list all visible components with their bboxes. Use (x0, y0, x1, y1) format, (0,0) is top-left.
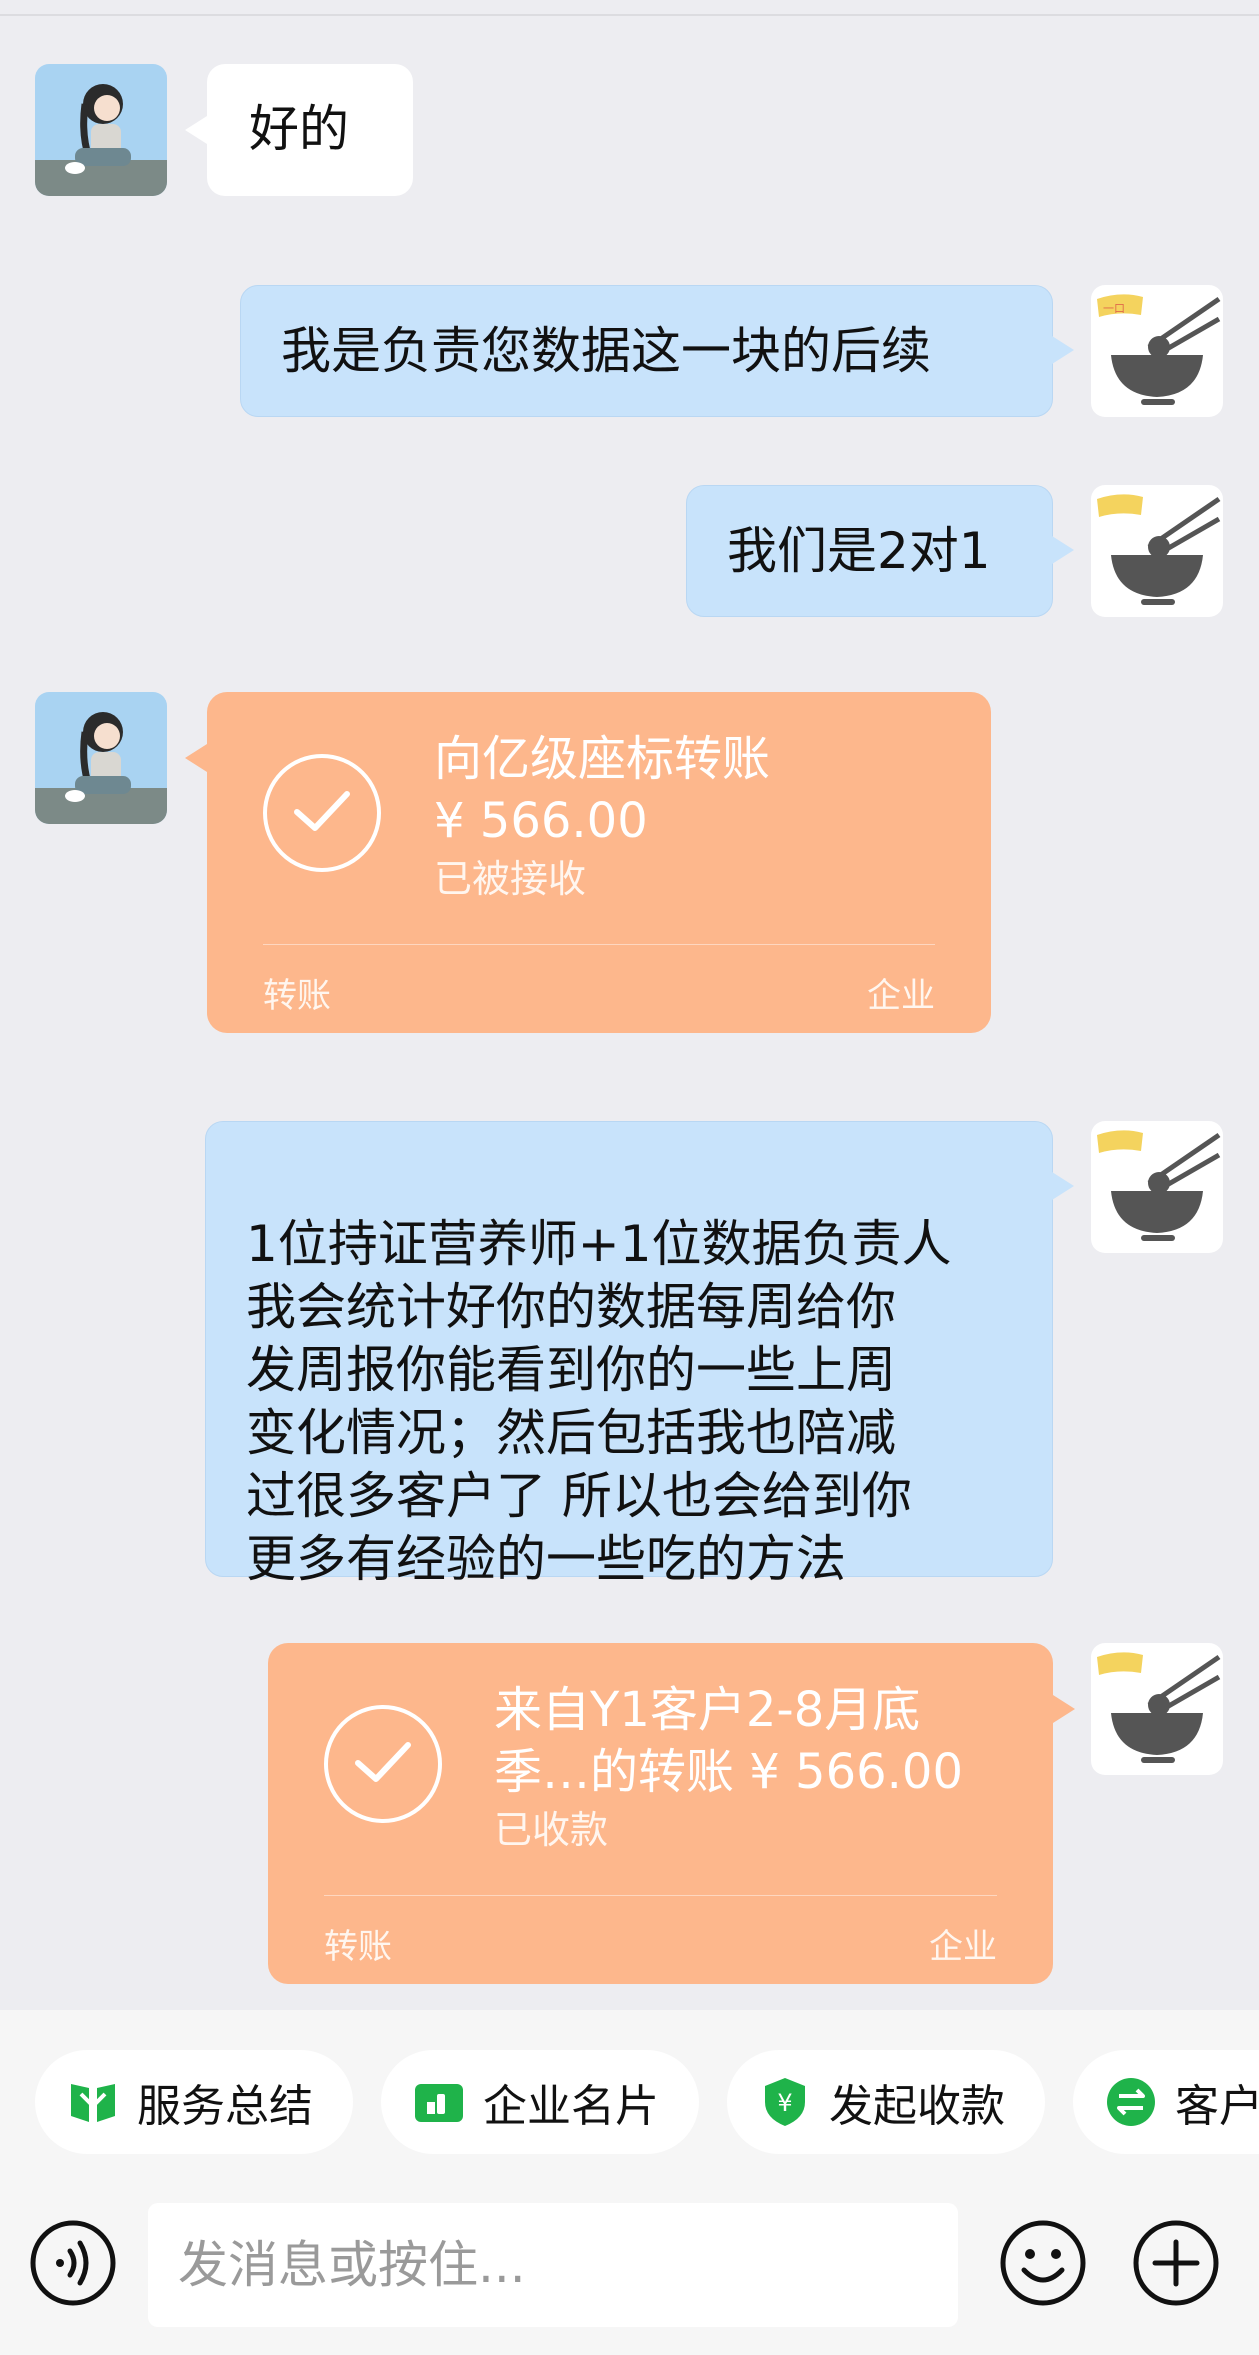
quick-action-service-summary[interactable]: 服务总结 (35, 2050, 353, 2154)
message-input[interactable] (148, 2203, 958, 2327)
top-divider (0, 14, 1259, 16)
transfer-title: 来自Y1客户2-8月底 (494, 1682, 921, 1738)
quick-action-request-payment[interactable]: ¥ 发起收款 (727, 2050, 1045, 2154)
transfer-amount: ¥ 566.00 (434, 793, 648, 849)
quick-action-customer[interactable]: 客户 (1073, 2050, 1259, 2154)
my-avatar[interactable] (1091, 485, 1223, 617)
emoji-button[interactable] (998, 2218, 1088, 2308)
contact-avatar[interactable] (35, 692, 167, 824)
transfer-card-sent[interactable]: 来自Y1客户2-8月底 季…的转账 ¥ 566.00 已收款 转账 企业 (268, 1643, 1075, 1984)
my-avatar[interactable]: 一口 (1091, 285, 1223, 417)
svg-text:一口: 一口 (1103, 302, 1125, 315)
transfer-title: 向亿级座标转账 (434, 731, 771, 787)
card-divider (263, 944, 935, 945)
quick-action-label: 客户 (1175, 2081, 1259, 2132)
message-bubble-outgoing[interactable]: 1位持证营养师+1位数据负责人 我会统计好你的数据每周给你 发周报你能看到你的一… (205, 1121, 1074, 1588)
message-text: 我们是2对1 (727, 522, 991, 580)
message-text: 好的 (249, 100, 349, 158)
quick-action-label: 企业名片 (483, 2081, 659, 2132)
transfer-status: 已收款 (494, 1808, 609, 1852)
card-source-label: 企业 (867, 976, 935, 1016)
plus-icon (1133, 2220, 1219, 2306)
quick-action-business-card[interactable]: 企业名片 (381, 2050, 699, 2154)
contact-avatar[interactable] (35, 64, 167, 196)
more-options-button[interactable] (1131, 2218, 1221, 2308)
message-bubble-outgoing[interactable]: 我们是2对1 (686, 485, 1074, 617)
message-bubble-incoming[interactable]: 好的 (185, 64, 413, 196)
card-type-label: 转账 (263, 976, 331, 1016)
transfer-status: 已被接收 (434, 857, 587, 901)
transfer-title-amount: 季…的转账 ¥ 566.00 (494, 1744, 964, 1800)
card-source-label: 企业 (929, 1927, 997, 1967)
check-circle-icon (263, 754, 381, 872)
message-text: 我是负责您数据这一块的后续 (281, 322, 931, 380)
business-card-icon (415, 2084, 463, 2122)
quick-action-label: 发起收款 (829, 2081, 1005, 2132)
my-avatar[interactable] (1091, 1121, 1223, 1253)
message-text: 1位持证营养师+1位数据负责人 我会统计好你的数据每周给你 发周报你能看到你的一… (246, 1215, 952, 1588)
my-avatar[interactable] (1091, 1643, 1223, 1775)
check-circle-icon (324, 1705, 442, 1823)
exchange-icon (1107, 2078, 1155, 2126)
transfer-card-received[interactable]: 向亿级座标转账 ¥ 566.00 已被接收 转账 企业 (185, 692, 991, 1033)
message-bubble-outgoing[interactable]: 我是负责您数据这一块的后续 (240, 285, 1074, 417)
emoji-icon (1000, 2220, 1086, 2306)
yuan-shield-icon: ¥ (765, 2078, 805, 2126)
bookmark-icon (71, 2084, 115, 2122)
card-type-label: 转账 (324, 1927, 392, 1967)
voice-input-button[interactable] (28, 2218, 118, 2308)
card-divider (324, 1895, 997, 1896)
voice-icon (30, 2220, 116, 2306)
svg-text:¥: ¥ (777, 2089, 792, 2117)
quick-action-label: 服务总结 (137, 2081, 313, 2132)
